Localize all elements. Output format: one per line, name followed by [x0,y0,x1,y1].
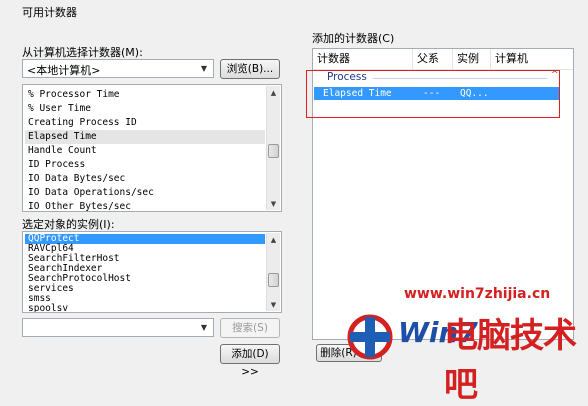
instances-list[interactable]: QQProtect RAVCpl64 SearchFilterHost Sear… [22,231,282,313]
watermark-logo [346,310,402,364]
watermark-url: www.win7zhijia.cn [404,286,551,302]
scroll-up-icon[interactable]: ▲ [267,233,280,246]
watermark-brand: 电脑技术吧 [444,316,577,405]
instance-item[interactable]: spoolsv [25,304,265,313]
scroll-down-icon[interactable]: ▼ [267,197,280,210]
counter-item[interactable]: Creating Process ID [25,116,265,130]
column-header-instance[interactable]: 实例 [453,49,491,69]
scroll-thumb[interactable] [268,144,279,158]
instances-scrollbar[interactable]: ▲ ▼ [266,233,280,311]
highlight-box [306,70,560,118]
shield-plus-icon [347,314,393,360]
counters-list[interactable]: % Processor Time % User Time Creating Pr… [22,84,282,212]
counter-item[interactable]: % Processor Time [25,88,265,102]
counter-item[interactable]: Handle Count [25,144,265,158]
chevron-down-icon[interactable]: ▼ [197,321,211,334]
counters-scrollbar[interactable]: ▲ ▼ [266,86,280,210]
instance-item[interactable]: services [25,284,265,294]
instances-label: 选定对象的实例(I): [22,218,115,231]
add-button[interactable]: 添加(D) >> [220,344,280,378]
counter-item[interactable]: IO Data Operations/sec [25,186,265,200]
chevron-down-icon[interactable]: ▼ [197,62,211,75]
column-header-counter[interactable]: 计数器 [313,49,413,69]
column-header-computer[interactable]: 计算机 [491,49,575,69]
counter-item[interactable]: ID Process [25,158,265,172]
counter-item[interactable]: IO Other Bytes/sec [25,200,265,211]
computer-combobox[interactable]: <本地计算机> ▼ [22,59,214,78]
computer-combobox-value: <本地计算机> [27,64,101,77]
scroll-thumb[interactable] [268,273,279,287]
from-computer-label: 从计算机选择计数器(M): [22,46,143,59]
counter-item[interactable]: % User Time [25,102,265,116]
search-combobox[interactable]: ▼ [22,318,214,337]
column-header-parent[interactable]: 父系 [413,49,453,69]
added-counters-title: 添加的计数器(C) [312,32,395,45]
counter-item-elapsed-time[interactable]: Elapsed Time [25,130,265,144]
counter-item[interactable]: IO Data Bytes/sec [25,172,265,186]
browse-button[interactable]: 浏览(B)... [220,59,280,79]
scroll-up-icon[interactable]: ▲ [267,86,280,99]
available-counters-title: 可用计数器 [22,6,77,19]
scroll-down-icon[interactable]: ▼ [267,298,280,311]
search-button[interactable]: 搜索(S) [220,318,280,338]
